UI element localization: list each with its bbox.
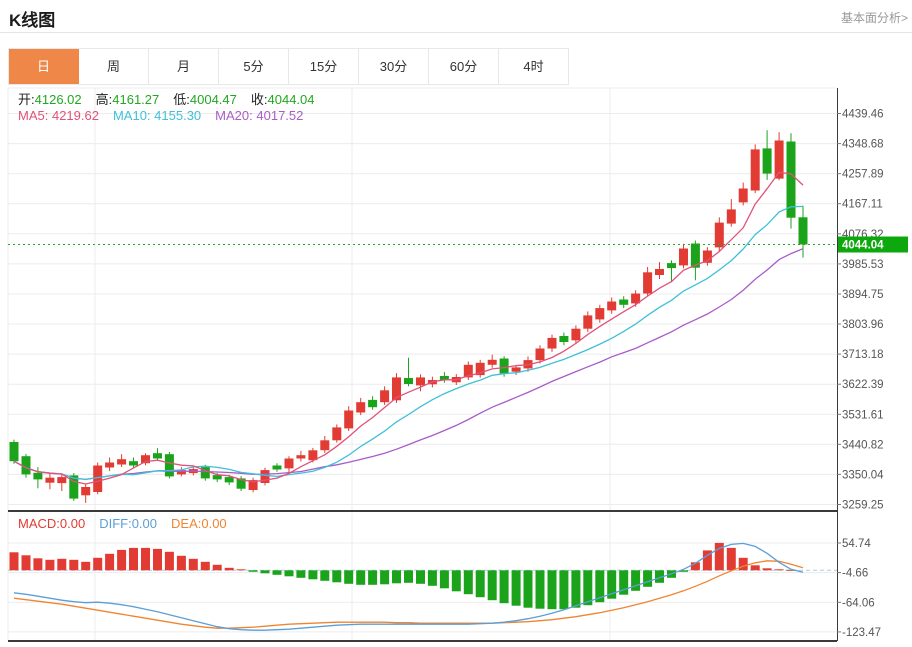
- page-title: K线图: [9, 11, 56, 30]
- tab-15min[interactable]: 15分: [289, 49, 359, 84]
- candlesticks: [9, 130, 808, 503]
- ma20-value: 4017.52: [256, 108, 304, 123]
- svg-text:-4.66: -4.66: [842, 568, 868, 580]
- dea-value: 0.00: [201, 516, 227, 531]
- svg-text:3531.61: 3531.61: [842, 409, 884, 421]
- svg-text:4439.46: 4439.46: [842, 109, 884, 121]
- svg-text:3985.53: 3985.53: [842, 259, 884, 271]
- close-label: 收:: [250, 92, 268, 107]
- macd-value: 0.00: [59, 516, 86, 531]
- ohlc-info-row: 开:4126.02 高:4161.27 低:4004.47 收:4044.04: [18, 89, 329, 108]
- svg-text:3803.96: 3803.96: [842, 319, 884, 331]
- macd-info-row: MACD:0.00 DIFF:0.00 DEA:0.00: [18, 516, 241, 531]
- high-value: 4161.27: [112, 92, 160, 107]
- tab-60min[interactable]: 60分: [429, 49, 499, 84]
- kline-page: 4439.46 4348.68 4257.89 4167.11 4076.32 3985.…: [0, 0, 912, 647]
- svg-text:3894.75: 3894.75: [842, 289, 884, 301]
- tab-week[interactable]: 周: [79, 49, 149, 84]
- svg-text:3440.82: 3440.82: [842, 439, 884, 451]
- ma5-line: [13, 171, 804, 485]
- svg-text:-64.06: -64.06: [842, 597, 875, 609]
- svg-text:-123.47: -123.47: [842, 627, 881, 639]
- tab-30min[interactable]: 30分: [359, 49, 429, 84]
- tab-month[interactable]: 月: [149, 49, 219, 84]
- svg-text:3259.25: 3259.25: [842, 500, 884, 512]
- ma5-label: MA5:: [18, 108, 49, 123]
- macd-label: MACD:: [18, 516, 60, 531]
- tab-4hour[interactable]: 4时: [499, 49, 568, 84]
- open-label: 开:: [18, 92, 35, 107]
- current-price-tag: 4044.04: [838, 236, 908, 253]
- high-label: 高:: [95, 92, 113, 107]
- y-axis-labels: 4439.464348.684257.894167.114076.323985.…: [837, 109, 884, 639]
- low-label: 低:: [173, 92, 190, 107]
- close-value: 4044.04: [267, 92, 315, 107]
- period-tab-bar: 日周月 5分 15分 30分 60分 4时: [8, 48, 569, 85]
- svg-text:4044.04: 4044.04: [842, 240, 884, 252]
- svg-text:3350.04: 3350.04: [842, 469, 884, 481]
- svg-text:3713.18: 3713.18: [842, 349, 884, 361]
- header-divider: [0, 32, 912, 33]
- svg-text:4167.11: 4167.11: [842, 199, 883, 211]
- macd-histogram: [9, 542, 796, 610]
- ma-info-row: MA5: 4219.62 MA10: 4155.30 MA20: 4017.52: [18, 108, 317, 123]
- ma10-label: MA10:: [112, 108, 151, 123]
- ma20-label: MA20:: [215, 108, 253, 123]
- dea-label: DEA:: [171, 516, 202, 531]
- tab-day[interactable]: 日: [9, 49, 79, 84]
- svg-text:54.74: 54.74: [842, 538, 871, 550]
- diff-label: DIFF:: [99, 516, 132, 531]
- diff-value: 0.00: [131, 516, 158, 531]
- svg-text:4348.68: 4348.68: [842, 139, 884, 151]
- fundamental-analysis-link[interactable]: 基本面分析>: [841, 9, 908, 26]
- ma10-line: [13, 205, 804, 481]
- ma10-value: 4155.30: [154, 108, 202, 123]
- svg-text:4257.89: 4257.89: [842, 169, 884, 181]
- svg-text:3622.39: 3622.39: [842, 379, 884, 391]
- tab-5min[interactable]: 5分: [219, 49, 289, 84]
- low-value: 4004.47: [189, 92, 237, 107]
- ma5-value: 4219.62: [51, 108, 99, 123]
- open-value: 4126.02: [34, 92, 82, 107]
